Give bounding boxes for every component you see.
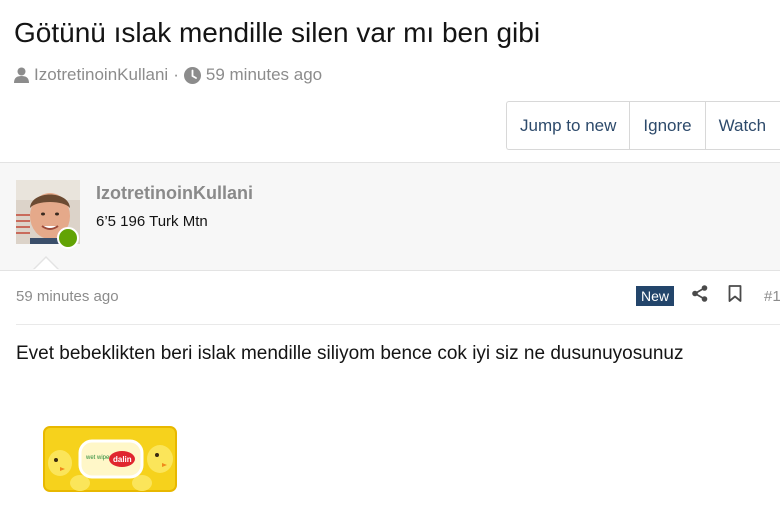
brand-logo: dalin: [113, 455, 132, 464]
thread-author-link[interactable]: IzotretinoinKullani: [34, 65, 168, 85]
share-icon[interactable]: [692, 285, 708, 307]
online-status-indicator: [57, 227, 79, 249]
post-author-name[interactable]: IzotretinoinKullani: [96, 183, 253, 204]
user-icon: [14, 67, 29, 83]
thread-actions: Jump to new Ignore Watch: [506, 101, 780, 150]
meta-separator: ·: [173, 65, 179, 84]
new-badge: New: [636, 286, 675, 306]
post-time-link[interactable]: 59 minutes ago: [16, 288, 119, 305]
post-body-text: Evet bebeklikten beri islak mendille sil…: [16, 343, 684, 364]
clock-icon: [183, 66, 201, 84]
post-actions: New #1: [636, 285, 780, 307]
thread-meta: IzotretinoinKullani · 59 minutes ago: [14, 65, 322, 85]
wipes-label: wet wipes: [85, 455, 112, 461]
thread-time-link[interactable]: 59 minutes ago: [206, 65, 322, 85]
post-number-link[interactable]: #1: [764, 288, 780, 305]
post-author-block: IzotretinoinKullani 6’5 196 Turk Mtn: [0, 162, 780, 271]
post-divider: [16, 324, 780, 325]
thread-title: Götünü ıslak mendille silen var mı ben g…: [14, 17, 541, 48]
ignore-button[interactable]: Ignore: [630, 102, 706, 149]
wet-wipes-image[interactable]: wet wipes dalin: [42, 423, 178, 495]
bookmark-icon[interactable]: [728, 285, 742, 307]
watch-button[interactable]: Watch: [706, 102, 780, 149]
jump-to-new-button[interactable]: Jump to new: [507, 102, 631, 149]
author-caret-inner: [34, 258, 58, 270]
post-author-title: 6’5 196 Turk Mtn: [96, 213, 208, 230]
